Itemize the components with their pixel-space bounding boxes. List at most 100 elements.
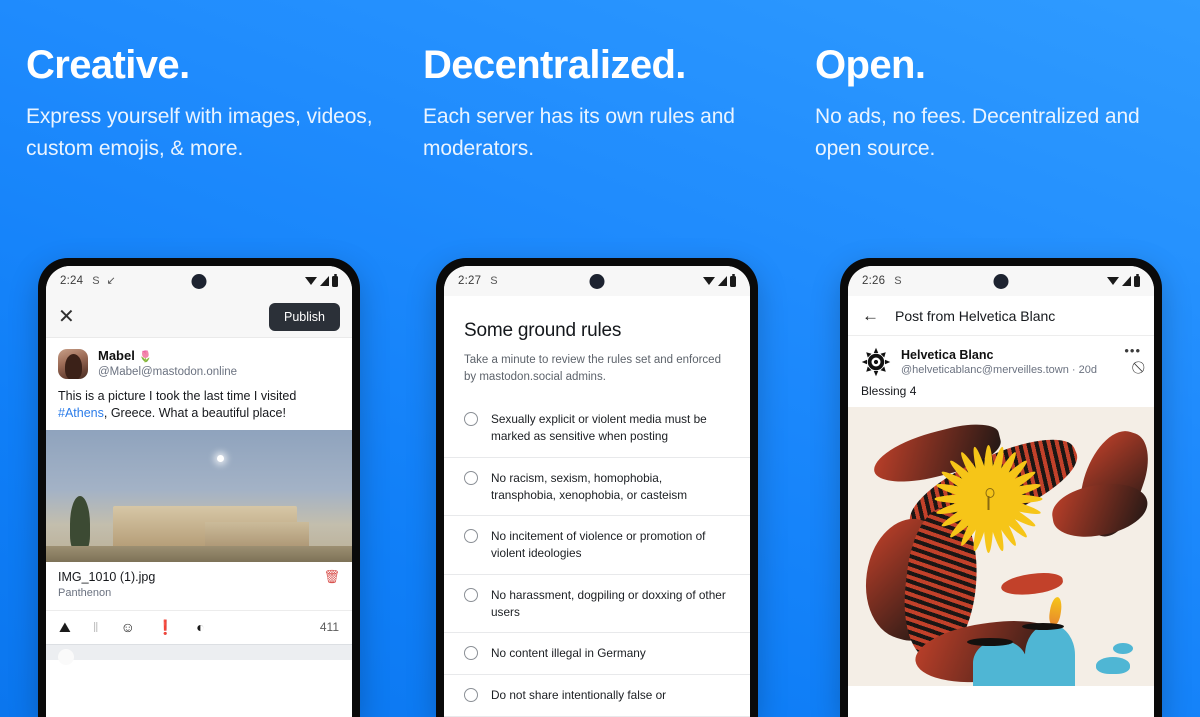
poll-icon[interactable]: ‖ — [93, 620, 99, 634]
content-warning-icon[interactable]: ❗ — [157, 620, 174, 634]
trash-icon[interactable]: 🗑 — [323, 569, 340, 585]
phone3-status-bar: 2:26 S — [848, 266, 1154, 296]
rule-checkbox[interactable] — [464, 412, 478, 427]
download-icon: ↙ — [106, 274, 116, 287]
signal-icon — [718, 276, 727, 286]
rule-checkbox[interactable] — [464, 470, 478, 485]
composer-account-row: Mabel 🌷 @Mabel@mastodon.online — [46, 338, 352, 386]
rule-text: Do not share intentionally false or — [491, 688, 667, 703]
detail-header: ← Post from Helvetica Blanc — [848, 296, 1154, 336]
hashtag-link[interactable]: #Athens — [58, 406, 104, 420]
rule-text: No harassment, dogpiling or doxxing of o… — [491, 587, 726, 619]
list-item[interactable]: No harassment, dogpiling or doxxing of o… — [444, 575, 750, 634]
wifi-icon — [703, 277, 715, 285]
tulip-emoji-icon: 🌷 — [138, 351, 153, 363]
phone1-status-bar: 2:24 S ↙ — [46, 266, 352, 296]
attached-photo[interactable] — [46, 430, 352, 563]
image-icon[interactable]: ⛰ — [59, 620, 71, 634]
battery-icon — [332, 273, 338, 287]
sync-icon: S — [894, 274, 902, 287]
emoji-icon[interactable]: ☺ — [121, 620, 135, 634]
camera-notch-icon — [589, 273, 605, 289]
attachment-row: IMG_1010 (1).jpg Panthenon 🗑 — [46, 562, 352, 610]
hillside — [46, 546, 352, 563]
headline-column-decentralized: Decentralized. Each server has its own r… — [400, 44, 800, 165]
character-count: 411 — [319, 620, 339, 635]
more-options-icon[interactable]: ••• — [1124, 344, 1141, 357]
rule-text: Sexually explicit or violent media must … — [491, 412, 707, 444]
account-name-row: Mabel 🌷 — [98, 348, 237, 365]
status-time: 2:27 — [458, 275, 482, 287]
status-right-icons — [703, 273, 736, 287]
publish-button[interactable]: Publish — [269, 302, 340, 331]
visibility-icon[interactable]: ◐ — [196, 620, 204, 634]
sync-icon: S — [490, 274, 498, 287]
artwork-cloud — [1112, 643, 1133, 655]
list-item[interactable]: No racism, sexism, homophobia, transphob… — [444, 458, 750, 517]
attachment-filename: IMG_1010 (1).jpg — [58, 570, 156, 585]
list-item[interactable]: No content illegal in Germany — [444, 633, 750, 676]
avatar[interactable] — [58, 348, 88, 379]
phone3-screen: 2:26 S ← Post from Helvetica Blanc Helve… — [848, 266, 1154, 717]
post-account-row: Helvetica Blanc @helveticablanc@merveill… — [848, 336, 1154, 383]
post-artwork-image[interactable] — [848, 407, 1154, 687]
rules-header: Some ground rules Take a minute to revie… — [444, 296, 750, 385]
post-account-info: Helvetica Blanc @helveticablanc@merveill… — [901, 347, 1097, 378]
post-text-part2: , Greece. What a beautiful place! — [103, 405, 286, 420]
battery-icon — [1134, 273, 1140, 287]
rule-text: No racism, sexism, homophobia, transphob… — [491, 470, 688, 502]
artwork-hand — [999, 570, 1065, 599]
rules-list: Sexually explicit or violent media must … — [444, 399, 750, 717]
wifi-icon — [1107, 277, 1119, 285]
status-left-icons: S ↙ — [92, 274, 116, 287]
headline-subtitle-creative: Express yourself with images, videos, cu… — [26, 105, 373, 160]
rule-text: No incitement of violence or promotion o… — [491, 529, 706, 561]
phone1-screen: 2:24 S ↙ ✕ Publish Mabel 🌷 @Mabel@mastod… — [46, 266, 352, 717]
post-body-text: Blessing 4 — [861, 384, 917, 399]
phone-post-detail: 2:26 S ← Post from Helvetica Blanc Helve… — [840, 258, 1162, 717]
headline-row: Creative. Express yourself with images, … — [0, 0, 1200, 165]
artwork-figure — [973, 640, 1028, 687]
attachment-description[interactable]: Panthenon — [58, 586, 155, 601]
list-item[interactable]: No incitement of violence or promotion o… — [444, 516, 750, 575]
ankh-icon — [984, 488, 995, 511]
list-item[interactable]: Sexually explicit or violent media must … — [444, 399, 750, 458]
rule-checkbox[interactable] — [464, 646, 478, 661]
rule-checkbox[interactable] — [464, 587, 478, 602]
rule-checkbox[interactable] — [464, 688, 478, 703]
status-time: 2:26 — [862, 275, 886, 287]
status-left-icons: S — [894, 274, 902, 287]
headline-title-decentralized: Decentralized. — [423, 43, 686, 87]
cypress-tree — [70, 496, 91, 553]
rule-text: No content illegal in Germany — [491, 646, 646, 661]
keyboard-suggestion-bar[interactable] — [46, 643, 352, 665]
artwork-figure — [1025, 624, 1076, 687]
list-item[interactable]: Do not share intentionally false or — [444, 675, 750, 717]
account-name: Mabel — [98, 348, 135, 363]
wifi-icon — [305, 277, 317, 285]
account-name: Helvetica Blanc — [901, 348, 994, 362]
signal-icon — [1122, 276, 1131, 286]
back-arrow-icon[interactable]: ← — [862, 307, 879, 324]
page-subtitle: Take a minute to review the rules set an… — [464, 354, 721, 383]
rule-checkbox[interactable] — [464, 529, 478, 544]
status-right-icons — [1107, 273, 1140, 287]
composer-toolbar: ✕ Publish — [46, 296, 352, 338]
status-right-icons — [305, 273, 338, 287]
phone-composer: 2:24 S ↙ ✕ Publish Mabel 🌷 @Mabel@mastod… — [38, 258, 360, 717]
battery-icon — [730, 273, 736, 287]
status-time: 2:24 — [60, 275, 84, 287]
camera-notch-icon — [993, 273, 1009, 289]
headline-column-open: Open. No ads, no fees. Decentralized and… — [800, 44, 1200, 165]
composer-text[interactable]: This is a picture I took the last time I… — [46, 386, 352, 431]
close-icon[interactable]: ✕ — [58, 307, 75, 327]
headline-title-open: Open. — [815, 43, 926, 87]
avatar[interactable] — [861, 347, 891, 377]
artwork-cloud — [1095, 657, 1130, 675]
account-info: Mabel 🌷 @Mabel@mastodon.online — [98, 348, 237, 380]
phone2-screen: 2:27 S Some ground rules Take a minute t… — [444, 266, 750, 717]
artwork-shape — [1048, 478, 1152, 543]
composer-tools: ⛰ ‖ ☺ ❗ ◐ 411 — [46, 609, 352, 644]
camera-notch-icon — [191, 273, 207, 289]
status-left-icons: S — [490, 274, 498, 287]
